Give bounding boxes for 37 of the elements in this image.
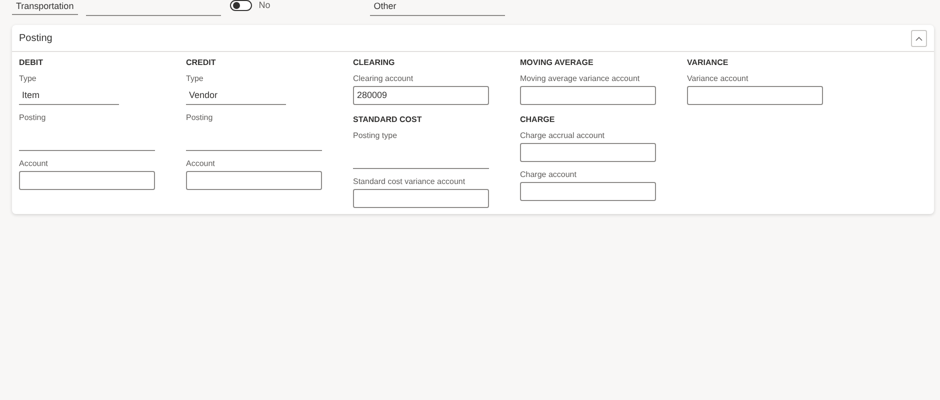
collapse-button[interactable]	[911, 30, 927, 46]
field-label: Charge account	[520, 170, 578, 181]
field-label: Charge accrual account	[520, 131, 606, 142]
group-heading: VARIANCE	[687, 58, 730, 69]
field-label: Posting type	[353, 131, 398, 142]
text-field[interactable]: Transportation	[12, 0, 78, 15]
text-field[interactable]: 280009	[353, 86, 489, 105]
group-heading: DEBIT	[19, 58, 44, 69]
field-label: Type	[19, 74, 38, 85]
chevron-up-icon	[915, 36, 923, 40]
dropdown-field[interactable]: Item	[19, 86, 119, 105]
text-field[interactable]	[520, 143, 656, 162]
field-label: Standard cost variance account	[353, 177, 466, 188]
field-label: Moving average variance account	[520, 74, 641, 85]
text-field[interactable]	[19, 171, 155, 190]
field-label: Clearing account	[353, 74, 414, 85]
field-label: Variance account	[687, 74, 750, 85]
text-field[interactable]: Other	[370, 0, 505, 16]
toggle-switch[interactable]	[230, 0, 252, 11]
section-title: Posting	[19, 32, 52, 46]
field-label: Posting	[19, 113, 47, 124]
text-field[interactable]	[520, 86, 656, 105]
text-field[interactable]	[520, 182, 656, 201]
group-heading: CLEARING	[353, 58, 396, 69]
group-heading: MOVING AVERAGE	[520, 58, 594, 69]
field-label: Type	[186, 74, 204, 85]
group-heading: CREDIT	[186, 58, 217, 69]
field-label: Account	[19, 159, 49, 170]
field-label: Account	[186, 159, 216, 170]
field-label: Posting	[186, 113, 214, 124]
group-heading: CHARGE	[520, 115, 556, 126]
group-heading: STANDARD COST	[353, 115, 423, 126]
text-field[interactable]	[353, 189, 489, 208]
text-field[interactable]	[186, 171, 322, 190]
text-field[interactable]	[687, 86, 823, 105]
toggle-label: No	[258, 0, 270, 11]
dropdown-field[interactable]: Vendor	[186, 86, 286, 105]
